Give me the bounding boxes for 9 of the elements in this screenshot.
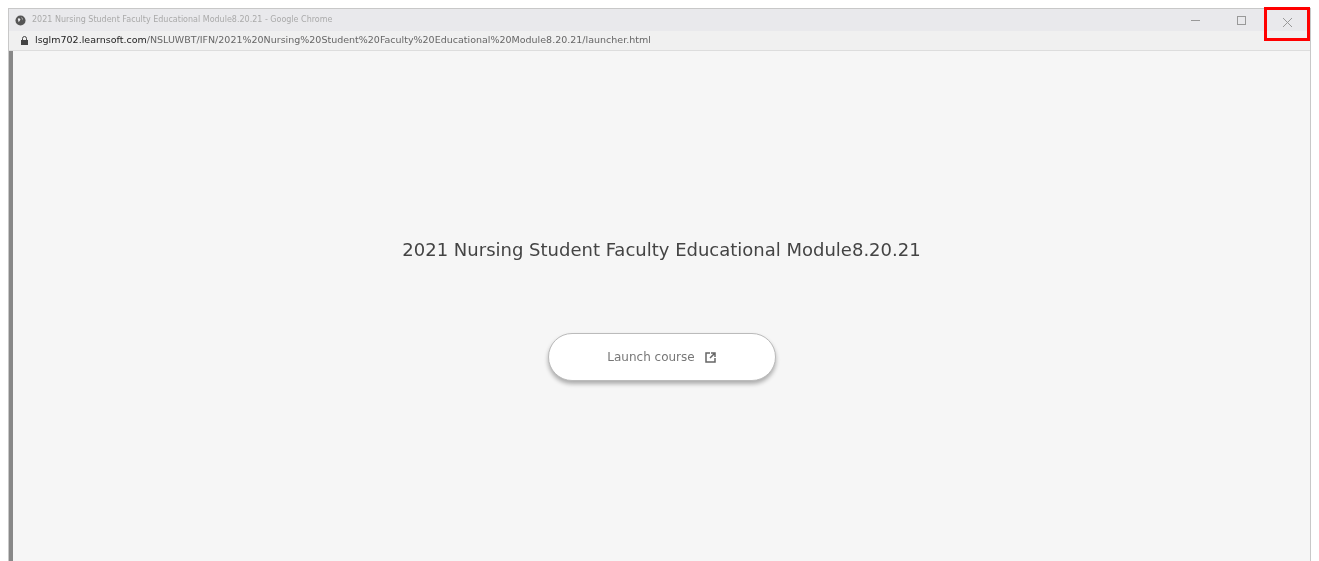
external-link-icon [704,351,716,363]
window-title: 2021 Nursing Student Faculty Educational Module8.20.21 - Google Chrome [32,14,333,26]
course-heading: 2021 Nursing Student Faculty Educational Module8.20.21 [402,238,921,262]
maximize-icon [1236,15,1246,25]
lock-icon [21,36,28,45]
minimize-icon [1190,19,1200,21]
close-button[interactable] [1264,7,1310,41]
launch-course-button[interactable]: Launch course [547,333,776,381]
close-icon [1282,18,1292,27]
